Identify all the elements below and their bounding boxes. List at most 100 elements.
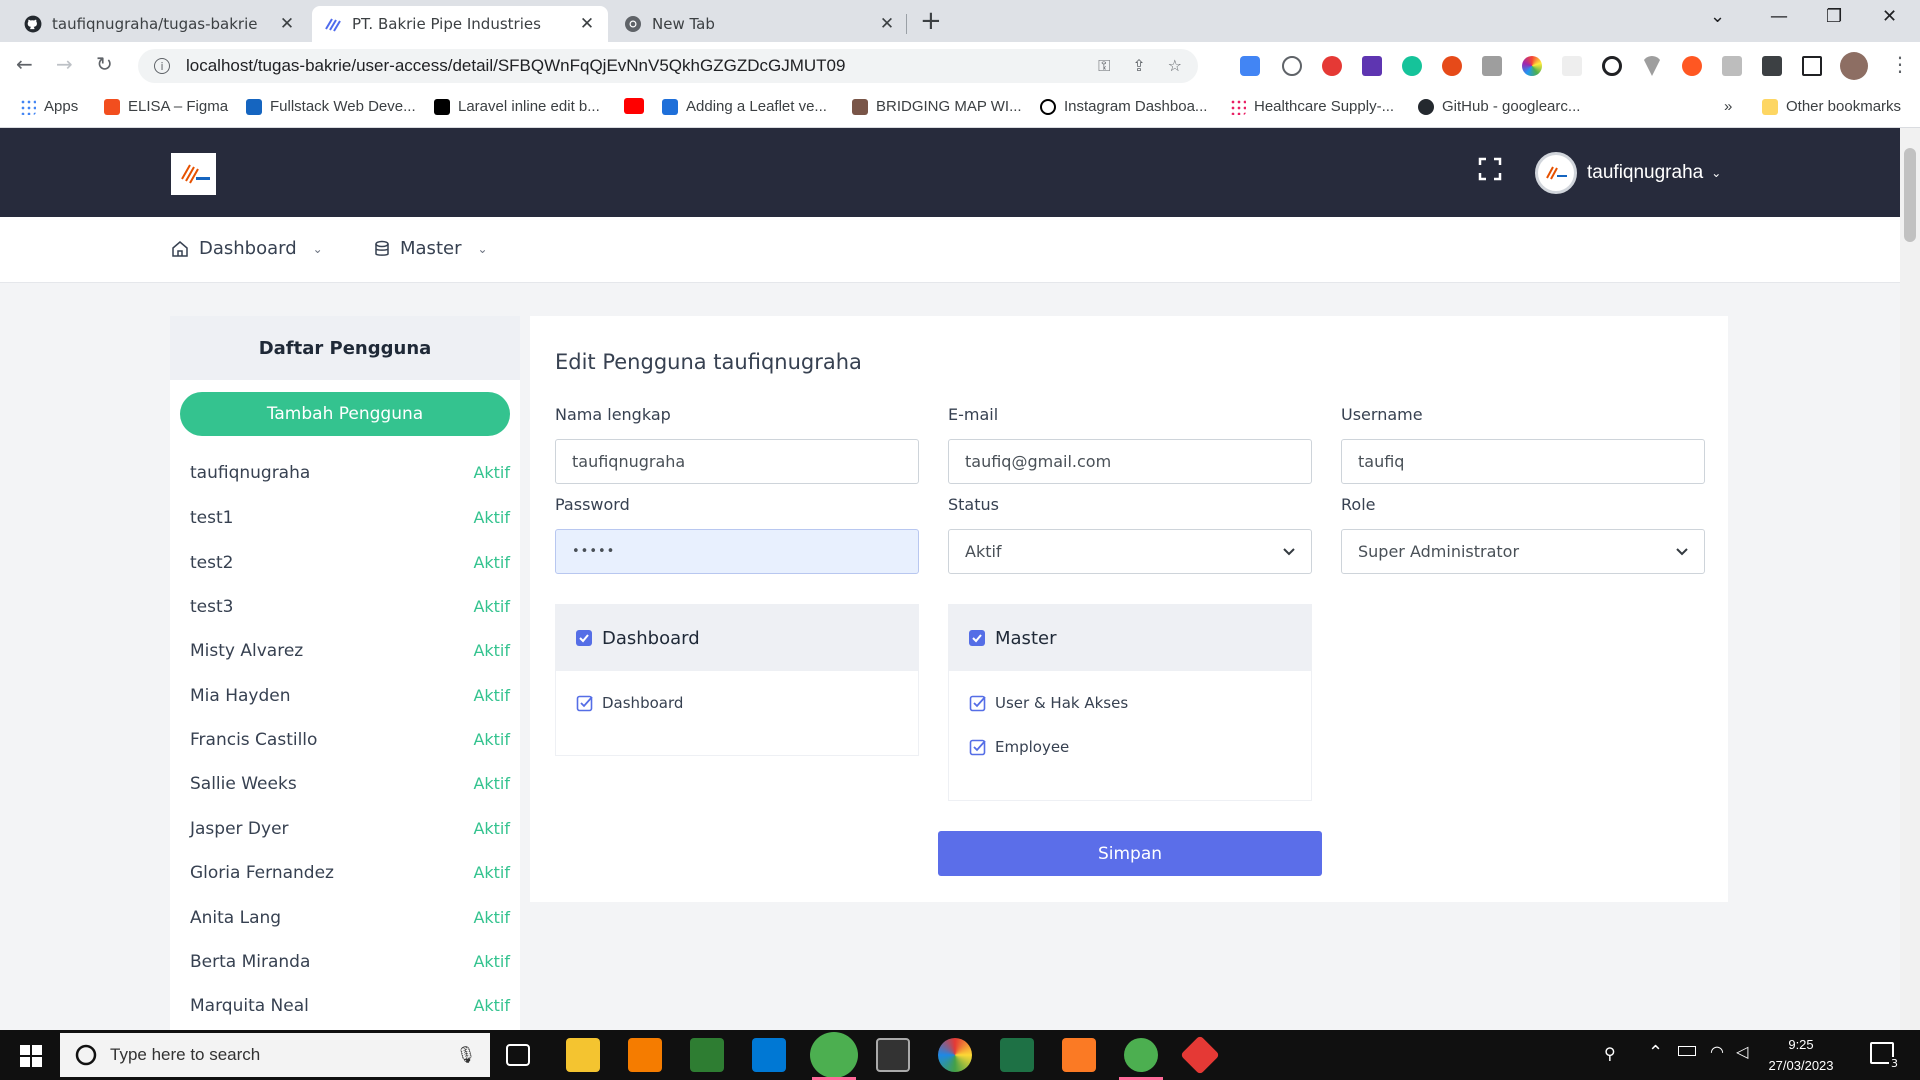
fullscreen-icon[interactable] (1478, 157, 1502, 181)
status-select[interactable]: Aktif (948, 529, 1312, 574)
bookmark-item[interactable] (624, 98, 644, 114)
permission-item[interactable]: Dashboard (576, 694, 683, 712)
key-icon[interactable]: ⚿ (1098, 56, 1110, 76)
checkbox-checked-icon[interactable] (969, 738, 987, 756)
close-icon[interactable]: ✕ (278, 14, 296, 34)
tab-github[interactable]: taufiqnugraha/tugas-bakrie ✕ (12, 6, 308, 42)
scrollbar-thumb[interactable] (1904, 148, 1916, 242)
grammarly-extension-icon[interactable] (1402, 56, 1422, 76)
adblock-extension-icon[interactable] (1322, 56, 1342, 76)
permission-group-header[interactable]: Dashboard (556, 605, 918, 671)
tab-search-icon[interactable]: ⌄ (1710, 6, 1725, 27)
permission-item[interactable]: User & Hak Akses (969, 694, 1128, 712)
app-icon[interactable] (690, 1038, 724, 1072)
extension-icon[interactable] (1642, 56, 1662, 76)
tab-bakrie[interactable]: PT. Bakrie Pipe Industries ✕ (312, 6, 608, 42)
new-tab-icon[interactable]: + (920, 6, 942, 36)
vscode-icon[interactable] (752, 1038, 786, 1072)
checkbox-checked[interactable] (576, 630, 592, 646)
xampp-icon[interactable] (1062, 1038, 1096, 1072)
extension-icon[interactable] (1362, 56, 1382, 76)
list-item[interactable]: Misty Alvarez Aktif (190, 641, 510, 661)
permission-item[interactable]: Employee (969, 738, 1069, 756)
password-field[interactable]: ••••• (555, 529, 919, 574)
checkbox-checked-icon[interactable] (576, 694, 594, 712)
save-button[interactable]: Simpan (938, 831, 1322, 876)
checkbox-checked[interactable] (969, 630, 985, 646)
windows-start-icon[interactable] (20, 1045, 42, 1067)
notification-center-icon[interactable]: 3 (1870, 1042, 1900, 1070)
permission-group-header[interactable]: Master (949, 605, 1311, 671)
extension-icon[interactable] (1442, 56, 1462, 76)
sidepanel-icon[interactable] (1802, 56, 1822, 76)
bookmark-item[interactable]: Laravel inline edit b... (434, 98, 600, 115)
checkbox-checked-icon[interactable] (969, 694, 987, 712)
task-view-icon[interactable] (506, 1044, 530, 1066)
list-item[interactable]: Francis Castillo Aktif (190, 730, 510, 750)
share-icon[interactable]: ⇪ (1132, 56, 1145, 76)
list-item[interactable]: test1 Aktif (190, 508, 510, 528)
list-item[interactable]: taufiqnugraha Aktif (190, 463, 510, 483)
list-item[interactable]: test2 Aktif (190, 553, 510, 573)
colorpicker-extension-icon[interactable] (1522, 56, 1542, 76)
page-scrollbar[interactable] (1900, 128, 1920, 1030)
extension-icon[interactable] (1282, 56, 1302, 76)
people-icon[interactable]: ⚲ (1604, 1044, 1616, 1063)
excel-icon[interactable] (1000, 1038, 1034, 1072)
extension-icon[interactable] (1722, 56, 1742, 76)
email-field[interactable]: taufiq@gmail.com (948, 439, 1312, 484)
list-item[interactable]: Mia Hayden Aktif (190, 686, 510, 706)
address-bar[interactable]: i localhost/tugas-bakrie/user-access/det… (138, 49, 1198, 83)
puzzle-icon[interactable] (1762, 56, 1782, 76)
url-text[interactable]: localhost/tugas-bakrie/user-access/detai… (186, 56, 845, 76)
list-item[interactable]: Anita Lang Aktif (190, 908, 510, 928)
tab-new[interactable]: New Tab ✕ (612, 6, 908, 42)
chevron-up-icon[interactable]: ⌃ (1648, 1042, 1663, 1063)
forward-icon[interactable]: → (56, 52, 73, 76)
back-icon[interactable]: ← (16, 52, 33, 76)
bookmark-item[interactable]: Healthcare Supply-... (1230, 98, 1394, 115)
battery-icon[interactable] (1678, 1046, 1696, 1056)
role-select[interactable]: Super Administrator (1341, 529, 1705, 574)
bookmark-item[interactable]: GitHub - googlearc... (1418, 98, 1580, 115)
list-item[interactable]: test3 Aktif (190, 597, 510, 617)
company-logo[interactable] (171, 153, 216, 195)
volume-icon[interactable]: ◁ (1736, 1042, 1748, 1061)
other-bookmarks[interactable]: Other bookmarks (1762, 98, 1901, 115)
bookmark-item[interactable]: ELISA – Figma (104, 98, 228, 115)
camera-extension-icon[interactable] (1482, 56, 1502, 76)
nav-master[interactable]: Master ⌄ (374, 238, 488, 259)
microphone-icon[interactable]: 🎙 (456, 1045, 476, 1065)
bookmark-item[interactable]: Fullstack Web Deve... (246, 98, 416, 115)
profile-avatar[interactable] (1840, 52, 1868, 80)
list-item[interactable]: Sallie Weeks Aktif (190, 774, 510, 794)
restore-icon[interactable]: ❐ (1826, 6, 1842, 27)
user-menu[interactable]: taufiqnugraha ⌄ (1535, 152, 1721, 194)
chrome-icon[interactable] (810, 1032, 858, 1078)
list-item[interactable]: Jasper Dyer Aktif (190, 819, 510, 839)
info-icon[interactable]: i (154, 58, 170, 74)
bookmark-item[interactable]: Adding a Leaflet ve... (662, 98, 827, 115)
translate-extension-icon[interactable] (1240, 56, 1260, 76)
bookmark-item[interactable]: Instagram Dashboa... (1040, 98, 1207, 115)
close-icon[interactable]: ✕ (878, 14, 896, 34)
app-icon[interactable] (628, 1038, 662, 1072)
list-item[interactable]: Marquita Neal Aktif (190, 996, 510, 1016)
reload-icon[interactable]: ↻ (96, 52, 113, 76)
add-user-button[interactable]: Tambah Pengguna (180, 392, 510, 436)
minimize-icon[interactable]: — (1770, 6, 1788, 27)
list-item[interactable]: Gloria Fernandez Aktif (190, 863, 510, 883)
taskbar-clock[interactable]: 9:25 27/03/2023 (1756, 1034, 1846, 1076)
star-icon[interactable]: ☆ (1168, 56, 1182, 76)
window-close-icon[interactable]: ✕ (1882, 6, 1897, 27)
wifi-icon[interactable]: ◠ (1710, 1042, 1724, 1061)
terminal-icon[interactable] (876, 1038, 910, 1072)
sync-extension-icon[interactable] (1602, 56, 1622, 76)
extension-icon[interactable] (1562, 56, 1582, 76)
fullname-field[interactable]: taufiqnugraha (555, 439, 919, 484)
taskbar-search[interactable]: Type here to search 🎙 (60, 1033, 490, 1077)
file-explorer-icon[interactable] (566, 1038, 600, 1072)
menu-icon[interactable]: ⋮ (1890, 52, 1910, 76)
list-item[interactable]: Berta Miranda Aktif (190, 952, 510, 972)
app-icon[interactable] (938, 1038, 972, 1072)
